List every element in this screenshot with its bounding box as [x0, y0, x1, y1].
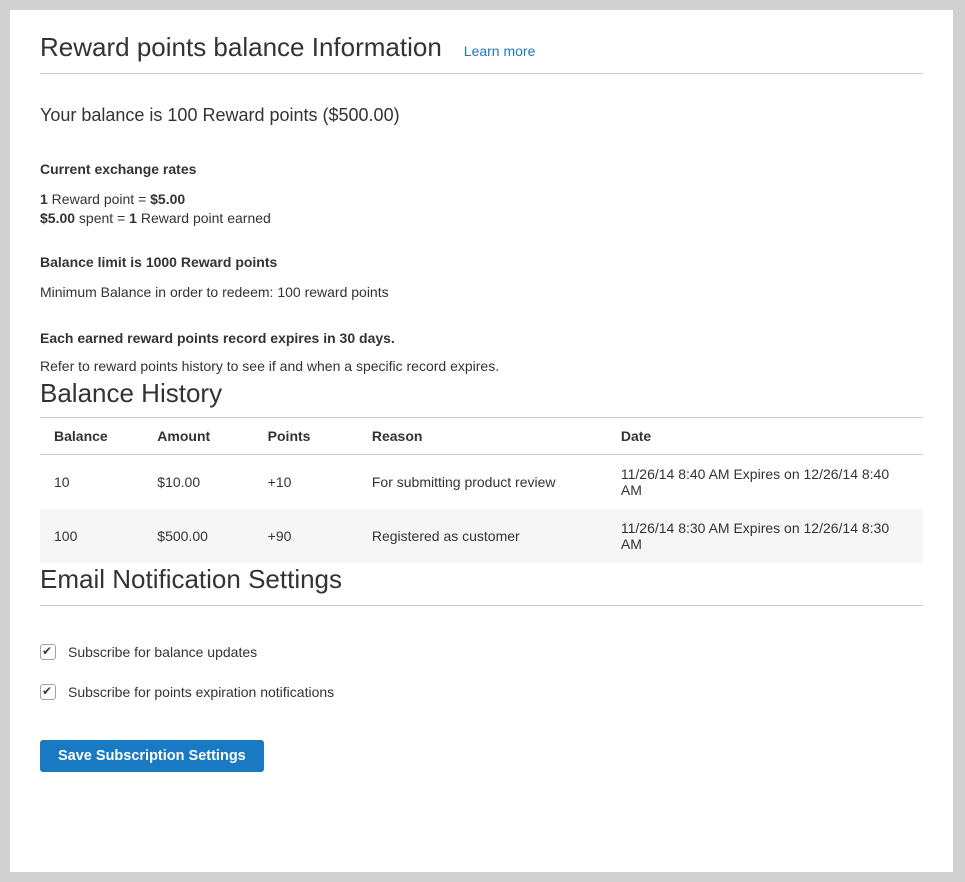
save-subscription-button[interactable]: Save Subscription Settings: [40, 740, 264, 773]
balance-limit: Balance limit is 1000 Reward points: [40, 253, 923, 272]
earned-points-value: 1: [129, 210, 137, 226]
cell-points: +10: [254, 455, 358, 510]
rate-mid-text: Reward point =: [48, 191, 150, 207]
balance-updates-label[interactable]: Subscribe for balance updates: [68, 644, 257, 660]
learn-more-link[interactable]: Learn more: [464, 43, 536, 59]
cell-reason: Registered as customer: [358, 509, 607, 563]
balance-summary: Your balance is 100 Reward points ($500.…: [40, 104, 923, 127]
minimum-balance: Minimum Balance in order to redeem: 100 …: [40, 283, 923, 302]
cell-balance: 10: [40, 455, 143, 510]
expiration-policy: Each earned reward points record expires…: [40, 329, 923, 348]
rate-point-to-currency: 1 Reward point = $5.00: [40, 190, 923, 209]
cell-amount: $10.00: [143, 455, 253, 510]
rate-amount-value: $5.00: [150, 191, 185, 207]
expiration-notifications-label[interactable]: Subscribe for points expiration notifica…: [68, 684, 334, 700]
column-header-amount: Amount: [143, 418, 253, 455]
spent-amount-value: $5.00: [40, 210, 75, 226]
page-title: Reward points balance Information: [40, 32, 442, 63]
table-row: 10 $10.00 +10 For submitting product rev…: [40, 455, 923, 510]
cell-balance: 100: [40, 509, 143, 563]
cell-date: 11/26/14 8:30 AM Expires on 12/26/14 8:3…: [607, 509, 923, 563]
cell-points: +90: [254, 509, 358, 563]
balance-updates-checkbox[interactable]: [40, 644, 56, 660]
balance-history-heading: Balance History: [40, 377, 923, 410]
subscribe-expiration-option: Subscribe for points expiration notifica…: [40, 684, 923, 700]
email-settings-heading: Email Notification Settings: [40, 563, 923, 606]
table-header-row: Balance Amount Points Reason Date: [40, 418, 923, 455]
rate-currency-to-point: $5.00 spent = 1 Reward point earned: [40, 209, 923, 228]
page-title-row: Reward points balance Information Learn …: [40, 32, 923, 74]
expiration-note: Refer to reward points history to see if…: [40, 357, 923, 376]
column-header-balance: Balance: [40, 418, 143, 455]
expiration-notifications-checkbox[interactable]: [40, 684, 56, 700]
subscribe-balance-option: Subscribe for balance updates: [40, 644, 923, 660]
column-header-reason: Reason: [358, 418, 607, 455]
cell-date: 11/26/14 8:40 AM Expires on 12/26/14 8:4…: [607, 455, 923, 510]
column-header-date: Date: [607, 418, 923, 455]
column-header-points: Points: [254, 418, 358, 455]
cell-reason: For submitting product review: [358, 455, 607, 510]
balance-history-table: Balance Amount Points Reason Date 10 $10…: [40, 417, 923, 563]
table-row: 100 $500.00 +90 Registered as customer 1…: [40, 509, 923, 563]
rate-points-value: 1: [40, 191, 48, 207]
spent-mid-text: spent =: [75, 210, 129, 226]
exchange-rates-heading: Current exchange rates: [40, 160, 923, 179]
reward-points-panel: Reward points balance Information Learn …: [10, 10, 953, 872]
earned-mid-text: Reward point earned: [137, 210, 271, 226]
cell-amount: $500.00: [143, 509, 253, 563]
